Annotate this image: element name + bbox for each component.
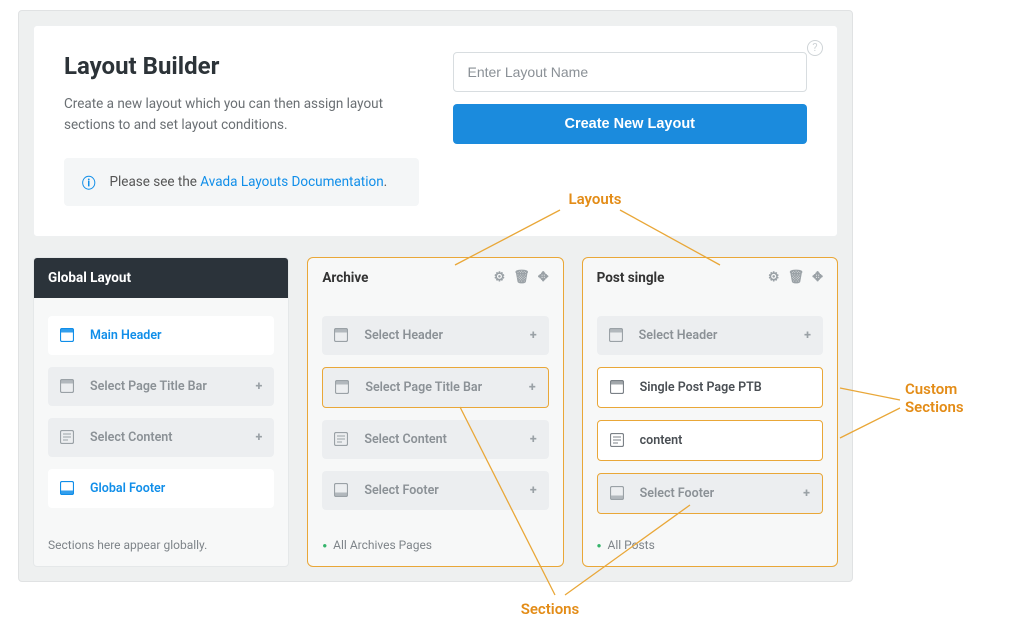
trash-icon[interactable]: 🗑 [513,270,530,285]
annotation-custom-sections-label: Custom Sections [905,380,995,416]
annotation-sections-label: Sections [400,600,700,618]
add-icon: + [529,380,536,395]
section-content[interactable]: Select Content + [322,420,548,459]
section-header[interactable]: Select Header + [322,316,548,355]
footer-section-icon [334,483,348,497]
page-container: ? Layout Builder Create a new layout whi… [18,10,853,582]
section-page-title-bar[interactable]: Select Page Title Bar + [48,367,274,406]
sections-list-global: Main Header + Select Page Title Bar + Se… [34,298,288,528]
header-right: Create New Layout [453,52,808,206]
column-header-post-single: Post single ⚙ 🗑 ✥ [583,258,837,298]
section-label: Select Page Title Bar [90,379,240,394]
header-section-icon [609,328,623,342]
layout-column-global: Global Layout Main Header + Select Page … [33,257,289,567]
section-content[interactable]: content + [597,420,823,461]
content-section-icon [610,433,624,447]
section-label: Select Header [364,328,514,343]
section-label: Single Post Page PTB [640,380,810,395]
builder-header-card: ? Layout Builder Create a new layout whi… [33,25,838,237]
column-title: Post single [597,270,665,286]
notice-text: Please see the Avada Layouts Documentati… [110,174,388,190]
section-label: Select Header [639,328,789,343]
layouts-row: Global Layout Main Header + Select Page … [33,257,838,567]
footer-section-icon [610,486,624,500]
section-label: Select Content [364,432,514,447]
ptb-section-icon [60,379,74,393]
section-content[interactable]: Select Content + [48,418,274,457]
column-footer-post-single: All Posts [583,528,837,566]
layout-column-archive: Archive ⚙ 🗑 ✥ Select Header + Select Pag… [307,257,563,567]
section-footer[interactable]: Select Footer + [597,473,823,514]
section-label: Select Content [90,430,240,445]
column-footer-archive: All Archives Pages [308,528,562,566]
content-section-icon [60,430,74,444]
move-icon[interactable]: ✥ [812,270,823,285]
move-icon[interactable]: ✥ [538,270,549,285]
help-icon[interactable]: ? [807,40,823,56]
section-label: content [640,433,810,448]
header-row: Layout Builder Create a new layout which… [64,52,807,206]
column-title: Global Layout [48,270,131,286]
column-footer-global: Sections here appear globally. [34,528,288,566]
column-header-global: Global Layout [34,258,288,298]
page-title: Layout Builder [64,52,419,80]
sections-list-archive: Select Header + Select Page Title Bar + … [308,298,562,528]
add-icon: + [256,379,263,394]
section-page-title-bar[interactable]: Single Post Page PTB + [597,367,823,408]
create-layout-button[interactable]: Create New Layout [453,104,808,144]
section-label: Select Page Title Bar [365,380,513,395]
add-icon: + [803,486,810,501]
column-header-archive: Archive ⚙ 🗑 ✥ [308,258,562,298]
header-left: Layout Builder Create a new layout which… [64,52,419,206]
add-icon: + [530,432,537,447]
footer-section-icon [60,481,74,495]
page-subtitle: Create a new layout which you can then a… [64,94,419,136]
column-title: Archive [322,270,368,286]
ptb-section-icon [610,380,624,394]
documentation-link[interactable]: Avada Layouts Documentation [200,174,383,190]
sections-list-post-single: Select Header + Single Post Page PTB + c… [583,298,837,528]
section-label: Global Footer [90,481,262,496]
section-header[interactable]: Select Header + [597,316,823,355]
trash-icon[interactable]: 🗑 [788,270,805,285]
section-label: Select Footer [364,483,514,498]
content-section-icon [334,432,348,446]
documentation-notice: ⓘ Please see the Avada Layouts Documenta… [64,158,419,206]
info-icon: ⓘ [82,172,96,192]
add-icon: + [256,430,263,445]
gear-icon[interactable]: ⚙ [768,270,780,285]
header-section-icon [334,328,348,342]
section-footer[interactable]: Select Footer + [322,471,548,510]
gear-icon[interactable]: ⚙ [494,270,506,285]
section-label: Main Header [90,328,262,343]
add-icon: + [804,328,811,343]
add-icon: + [530,328,537,343]
section-header[interactable]: Main Header + [48,316,274,355]
section-label: Select Footer [640,486,788,501]
section-footer[interactable]: Global Footer + [48,469,274,508]
layout-column-post-single: Post single ⚙ 🗑 ✥ Select Header + Single… [582,257,838,567]
add-icon: + [530,483,537,498]
ptb-section-icon [335,380,349,394]
layout-name-input[interactable] [453,52,808,92]
section-page-title-bar[interactable]: Select Page Title Bar + [322,367,548,408]
header-section-icon [60,328,74,342]
